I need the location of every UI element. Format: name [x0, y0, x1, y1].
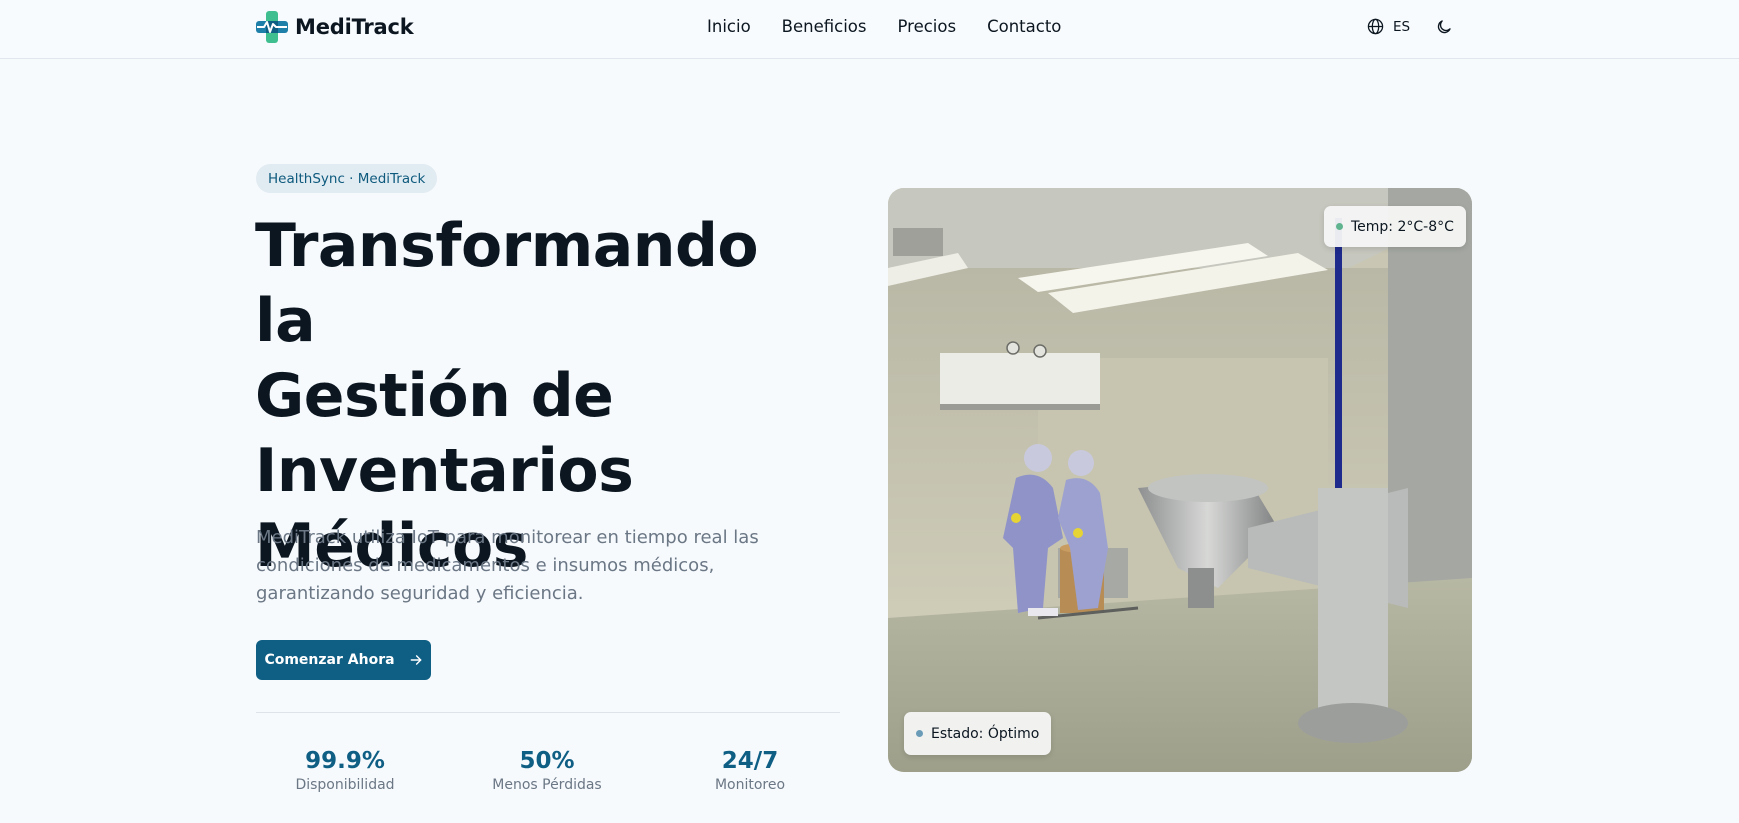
- stats-divider: [256, 712, 840, 713]
- stat-label: Disponibilidad: [295, 777, 395, 793]
- main-nav: Inicio Beneficios Precios Contacto: [707, 17, 1061, 36]
- status-label: Estado: Óptimo: [931, 725, 1040, 742]
- brand-name: MediTrack: [295, 15, 414, 39]
- status-chip: Estado: Óptimo: [904, 712, 1052, 755]
- site-header: MediTrack Inicio Beneficios Precios Cont…: [0, 0, 1739, 59]
- globe-icon: [1367, 18, 1384, 35]
- theme-toggle-button[interactable]: [1435, 18, 1453, 36]
- temperature-label: Temp: 2°C-8°C: [1351, 218, 1454, 235]
- language-label: ES: [1393, 18, 1411, 35]
- stat-value: 99.9%: [305, 748, 385, 774]
- moon-icon: [1437, 20, 1451, 34]
- hero-image-card: Temp: 2°C-8°C Estado: Óptimo: [888, 188, 1472, 772]
- get-started-button[interactable]: Comenzar Ahora: [256, 640, 431, 680]
- stat-monitoring: 24/7 Monitoreo: [700, 747, 800, 793]
- nav-link-inicio[interactable]: Inicio: [707, 17, 751, 36]
- hero-description: MediTrack utiliza IoT para monitorear en…: [256, 527, 759, 604]
- hero-badge: HealthSync · MediTrack: [256, 164, 438, 193]
- status-dot: [1336, 223, 1343, 230]
- status-dot: [916, 730, 923, 737]
- brand-logo[interactable]: MediTrack: [255, 10, 414, 44]
- medical-cross-logo-icon: [256, 11, 288, 43]
- stat-label: Menos Pérdidas: [492, 777, 602, 793]
- nav-link-precios[interactable]: Precios: [898, 17, 957, 36]
- hero-title-line: Transformando la: [255, 211, 759, 356]
- hero-title-line: Gestión de: [255, 361, 614, 431]
- stat-losses: 50% Menos Pérdidas: [487, 747, 607, 793]
- temperature-chip: Temp: 2°C-8°C: [1324, 206, 1466, 247]
- stat-value: 24/7: [721, 748, 779, 774]
- nav-link-beneficios[interactable]: Beneficios: [782, 17, 867, 36]
- get-started-label: Comenzar Ahora: [264, 652, 395, 668]
- language-selector[interactable]: ES: [1367, 18, 1410, 35]
- stat-availability: 99.9% Disponibilidad: [289, 747, 401, 793]
- stat-label: Monitoreo: [714, 777, 786, 793]
- hero-title-line: Inventarios: [255, 436, 634, 506]
- stat-value: 50%: [519, 748, 575, 774]
- arrow-right-icon: [410, 655, 421, 665]
- cleanroom-lab-image: [888, 188, 1472, 772]
- nav-link-contacto[interactable]: Contacto: [987, 17, 1061, 36]
